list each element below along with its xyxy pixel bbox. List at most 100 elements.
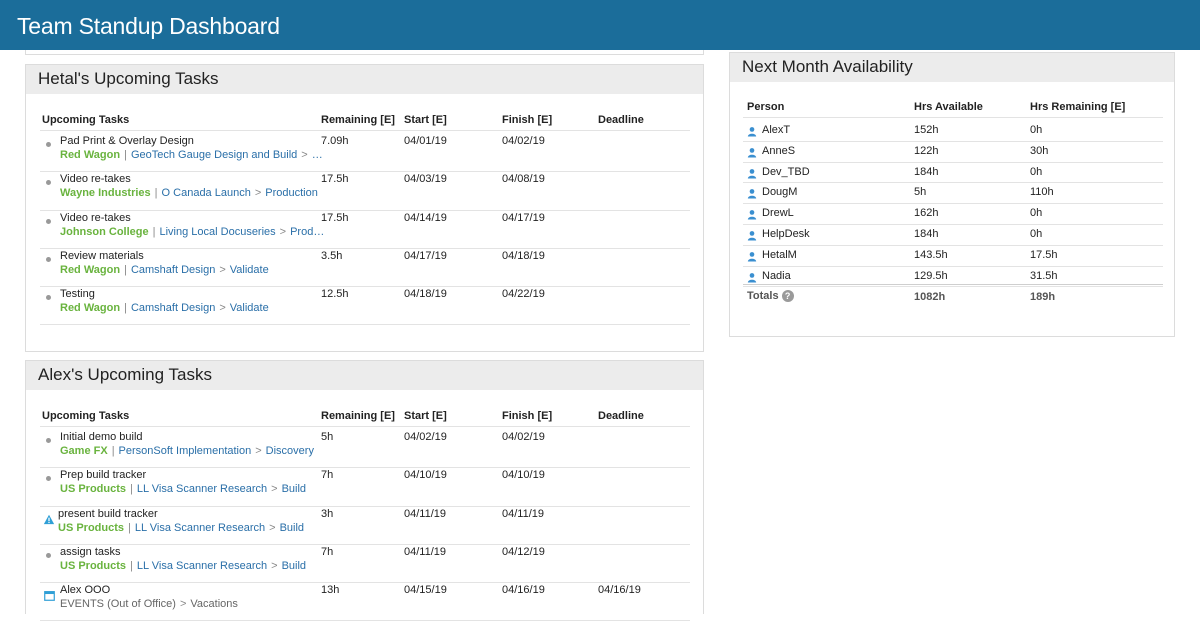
cell-remaining: 3.5h bbox=[321, 249, 343, 262]
availability-row[interactable]: HelpDesk 184h 0h bbox=[730, 225, 1176, 246]
row-divider bbox=[40, 171, 690, 173]
breadcrumb-link[interactable]: Validate bbox=[230, 264, 269, 276]
cell-start: 04/01/19 bbox=[404, 135, 447, 147]
cell-remaining: 7.09h bbox=[321, 135, 349, 147]
task-row[interactable]: Video re-takes Johnson College | Living Loc… bbox=[26, 212, 705, 249]
help-icon[interactable]: ? bbox=[781, 290, 794, 303]
availability-row[interactable]: DrewL 162h 0h bbox=[730, 204, 1176, 225]
bullet-icon bbox=[46, 295, 51, 301]
col-header-finish[interactable]: Finish [E] bbox=[502, 114, 552, 126]
cell-remaining: 17.5h bbox=[321, 173, 349, 186]
breadcrumb-link[interactable]: PersonSoft Implementation bbox=[119, 445, 252, 457]
client-link[interactable]: EVENTS (Out of Office) bbox=[60, 598, 176, 610]
person-name[interactable]: Dev_TBD bbox=[762, 166, 810, 178]
task-name[interactable]: Pad Print & Overlay Design bbox=[60, 135, 194, 147]
row-divider bbox=[743, 286, 1163, 288]
col-header-task[interactable]: Upcoming Tasks bbox=[42, 410, 129, 422]
availability-row[interactable]: Dev_TBD 184h 0h bbox=[730, 163, 1176, 184]
person-name[interactable]: HetalM bbox=[762, 249, 797, 261]
breadcrumb-link[interactable]: Living Local Docuseries bbox=[159, 226, 275, 238]
breadcrumb-link[interactable]: Build bbox=[282, 483, 306, 495]
availability-row[interactable]: DougM 5h 110h bbox=[730, 183, 1176, 205]
person-name[interactable]: AlexT bbox=[762, 124, 790, 136]
task-name[interactable]: Video re-takes bbox=[60, 212, 131, 224]
cell-finish: 04/22/19 bbox=[502, 288, 545, 301]
task-row[interactable]: Prep build tracker US Products | LL Visa Sc… bbox=[26, 469, 705, 507]
cell-deadline: 04/16/19 bbox=[598, 584, 641, 597]
breadcrumb-link[interactable]: O Canada Launch bbox=[162, 187, 251, 199]
col-header-start[interactable]: Start [E] bbox=[404, 410, 447, 422]
client-link[interactable]: US Products bbox=[60, 560, 126, 572]
task-row[interactable]: Video re-takes Wayne Industries | O Canada … bbox=[26, 173, 705, 211]
breadcrumb-link[interactable]: Validate bbox=[230, 302, 269, 314]
person-name[interactable]: AnneS bbox=[762, 145, 795, 157]
client-link[interactable]: Johnson College bbox=[60, 226, 149, 238]
task-row[interactable]: Initial demo build Game FX | PersonSoft Imp… bbox=[26, 431, 705, 469]
task-row[interactable]: assign tasks US Products | LL Visa Scanner … bbox=[26, 546, 705, 584]
client-link[interactable]: Red Wagon bbox=[60, 302, 120, 314]
warning-icon bbox=[43, 512, 55, 524]
client-link[interactable]: Red Wagon bbox=[60, 149, 120, 161]
previous-panel-edge bbox=[25, 50, 704, 55]
breadcrumb-link[interactable]: Build bbox=[282, 560, 306, 572]
client-link[interactable]: Game FX bbox=[60, 445, 108, 457]
task-name[interactable]: Initial demo build bbox=[60, 431, 143, 443]
task-name[interactable]: Prep build tracker bbox=[60, 469, 146, 481]
availability-row[interactable]: AnneS 122h 30h bbox=[730, 142, 1176, 163]
task-name[interactable]: Review materials bbox=[60, 250, 144, 262]
person-name[interactable]: HelpDesk bbox=[762, 228, 810, 240]
availability-row[interactable]: HetalM 143.5h 17.5h bbox=[730, 246, 1176, 267]
col-header-remaining[interactable]: Remaining [E] bbox=[321, 410, 395, 422]
breadcrumb-link[interactable]: GeoTech Gauge Design and Build bbox=[131, 149, 297, 161]
col-header-remaining[interactable]: Remaining [E] bbox=[321, 114, 395, 126]
col-header-person[interactable]: Person bbox=[747, 101, 784, 113]
task-name[interactable]: assign tasks bbox=[60, 546, 121, 558]
person-name[interactable]: DrewL bbox=[762, 207, 794, 219]
client-link[interactable]: US Products bbox=[60, 483, 126, 495]
col-header-start[interactable]: Start [E] bbox=[404, 114, 447, 126]
client-link[interactable]: Red Wagon bbox=[60, 264, 120, 276]
col-header-deadline[interactable]: Deadline bbox=[598, 114, 644, 126]
hrs-available: 152h bbox=[914, 124, 939, 136]
col-header-hrs-remaining[interactable]: Hrs Remaining [E] bbox=[1030, 101, 1125, 113]
task-name[interactable]: Alex OOO bbox=[60, 584, 110, 596]
task-row[interactable]: Pad Print & Overlay Design Red Wagon | GeoT… bbox=[26, 135, 705, 173]
breadcrumb-link[interactable]: Prod… bbox=[290, 226, 324, 238]
row-divider bbox=[40, 209, 690, 211]
cell-start: 04/03/19 bbox=[404, 173, 447, 186]
breadcrumb-link[interactable]: Discovery bbox=[266, 445, 314, 457]
breadcrumb-link[interactable]: Camshaft Design bbox=[131, 302, 215, 314]
breadcrumb-link[interactable]: … bbox=[312, 149, 323, 161]
breadcrumb-link[interactable]: Camshaft Design bbox=[131, 264, 215, 276]
task-row[interactable]: present build tracker US Products | LL Visa… bbox=[26, 508, 705, 545]
col-header-hrs-available[interactable]: Hrs Available bbox=[914, 101, 983, 113]
breadcrumb-separator: | bbox=[124, 149, 127, 161]
alex-tasks-panel: Alex's Upcoming Tasks Upcoming Tasks Rem… bbox=[25, 360, 705, 621]
totals-divider bbox=[743, 284, 1163, 285]
breadcrumb-link[interactable]: Vacations bbox=[190, 598, 238, 610]
task-breadcrumb: Wayne Industries | O Canada Launch > Product… bbox=[60, 187, 318, 199]
person-name[interactable]: Nadia bbox=[762, 270, 791, 282]
task-name[interactable]: Video re-takes bbox=[60, 173, 131, 185]
task-row[interactable]: Alex OOO EVENTS (Out of Office) > Vacations… bbox=[26, 584, 705, 621]
breadcrumb-link[interactable]: LL Visa Scanner Research bbox=[137, 560, 267, 572]
breadcrumb-link[interactable]: LL Visa Scanner Research bbox=[135, 522, 265, 534]
client-link[interactable]: Wayne Industries bbox=[60, 187, 151, 199]
col-header-finish[interactable]: Finish [E] bbox=[502, 410, 552, 422]
task-row[interactable]: Testing Red Wagon | Camshaft Design > Validat… bbox=[26, 288, 705, 326]
breadcrumb-separator: | bbox=[154, 187, 158, 200]
breadcrumb-link[interactable]: Build bbox=[280, 522, 304, 534]
person-name[interactable]: DougM bbox=[762, 186, 797, 198]
client-link[interactable]: US Products bbox=[58, 522, 124, 534]
col-header-task[interactable]: Upcoming Tasks bbox=[42, 114, 129, 126]
breadcrumb-separator: > bbox=[219, 263, 226, 276]
col-header-deadline[interactable]: Deadline bbox=[598, 410, 644, 422]
breadcrumb-link[interactable]: LL Visa Scanner Research bbox=[137, 483, 267, 495]
task-row[interactable]: Review materials Red Wagon | Camshaft Desig… bbox=[26, 249, 705, 288]
hetal-tasks-panel: Hetal's Upcoming Tasks Upcoming Tasks Re… bbox=[25, 64, 704, 352]
task-name[interactable]: present build tracker bbox=[58, 508, 158, 520]
totals-available: 1082h bbox=[914, 291, 946, 303]
breadcrumb-link[interactable]: Production bbox=[265, 187, 318, 199]
task-name[interactable]: Testing bbox=[60, 288, 95, 300]
availability-row[interactable]: AlexT 152h 0h bbox=[730, 121, 1176, 142]
